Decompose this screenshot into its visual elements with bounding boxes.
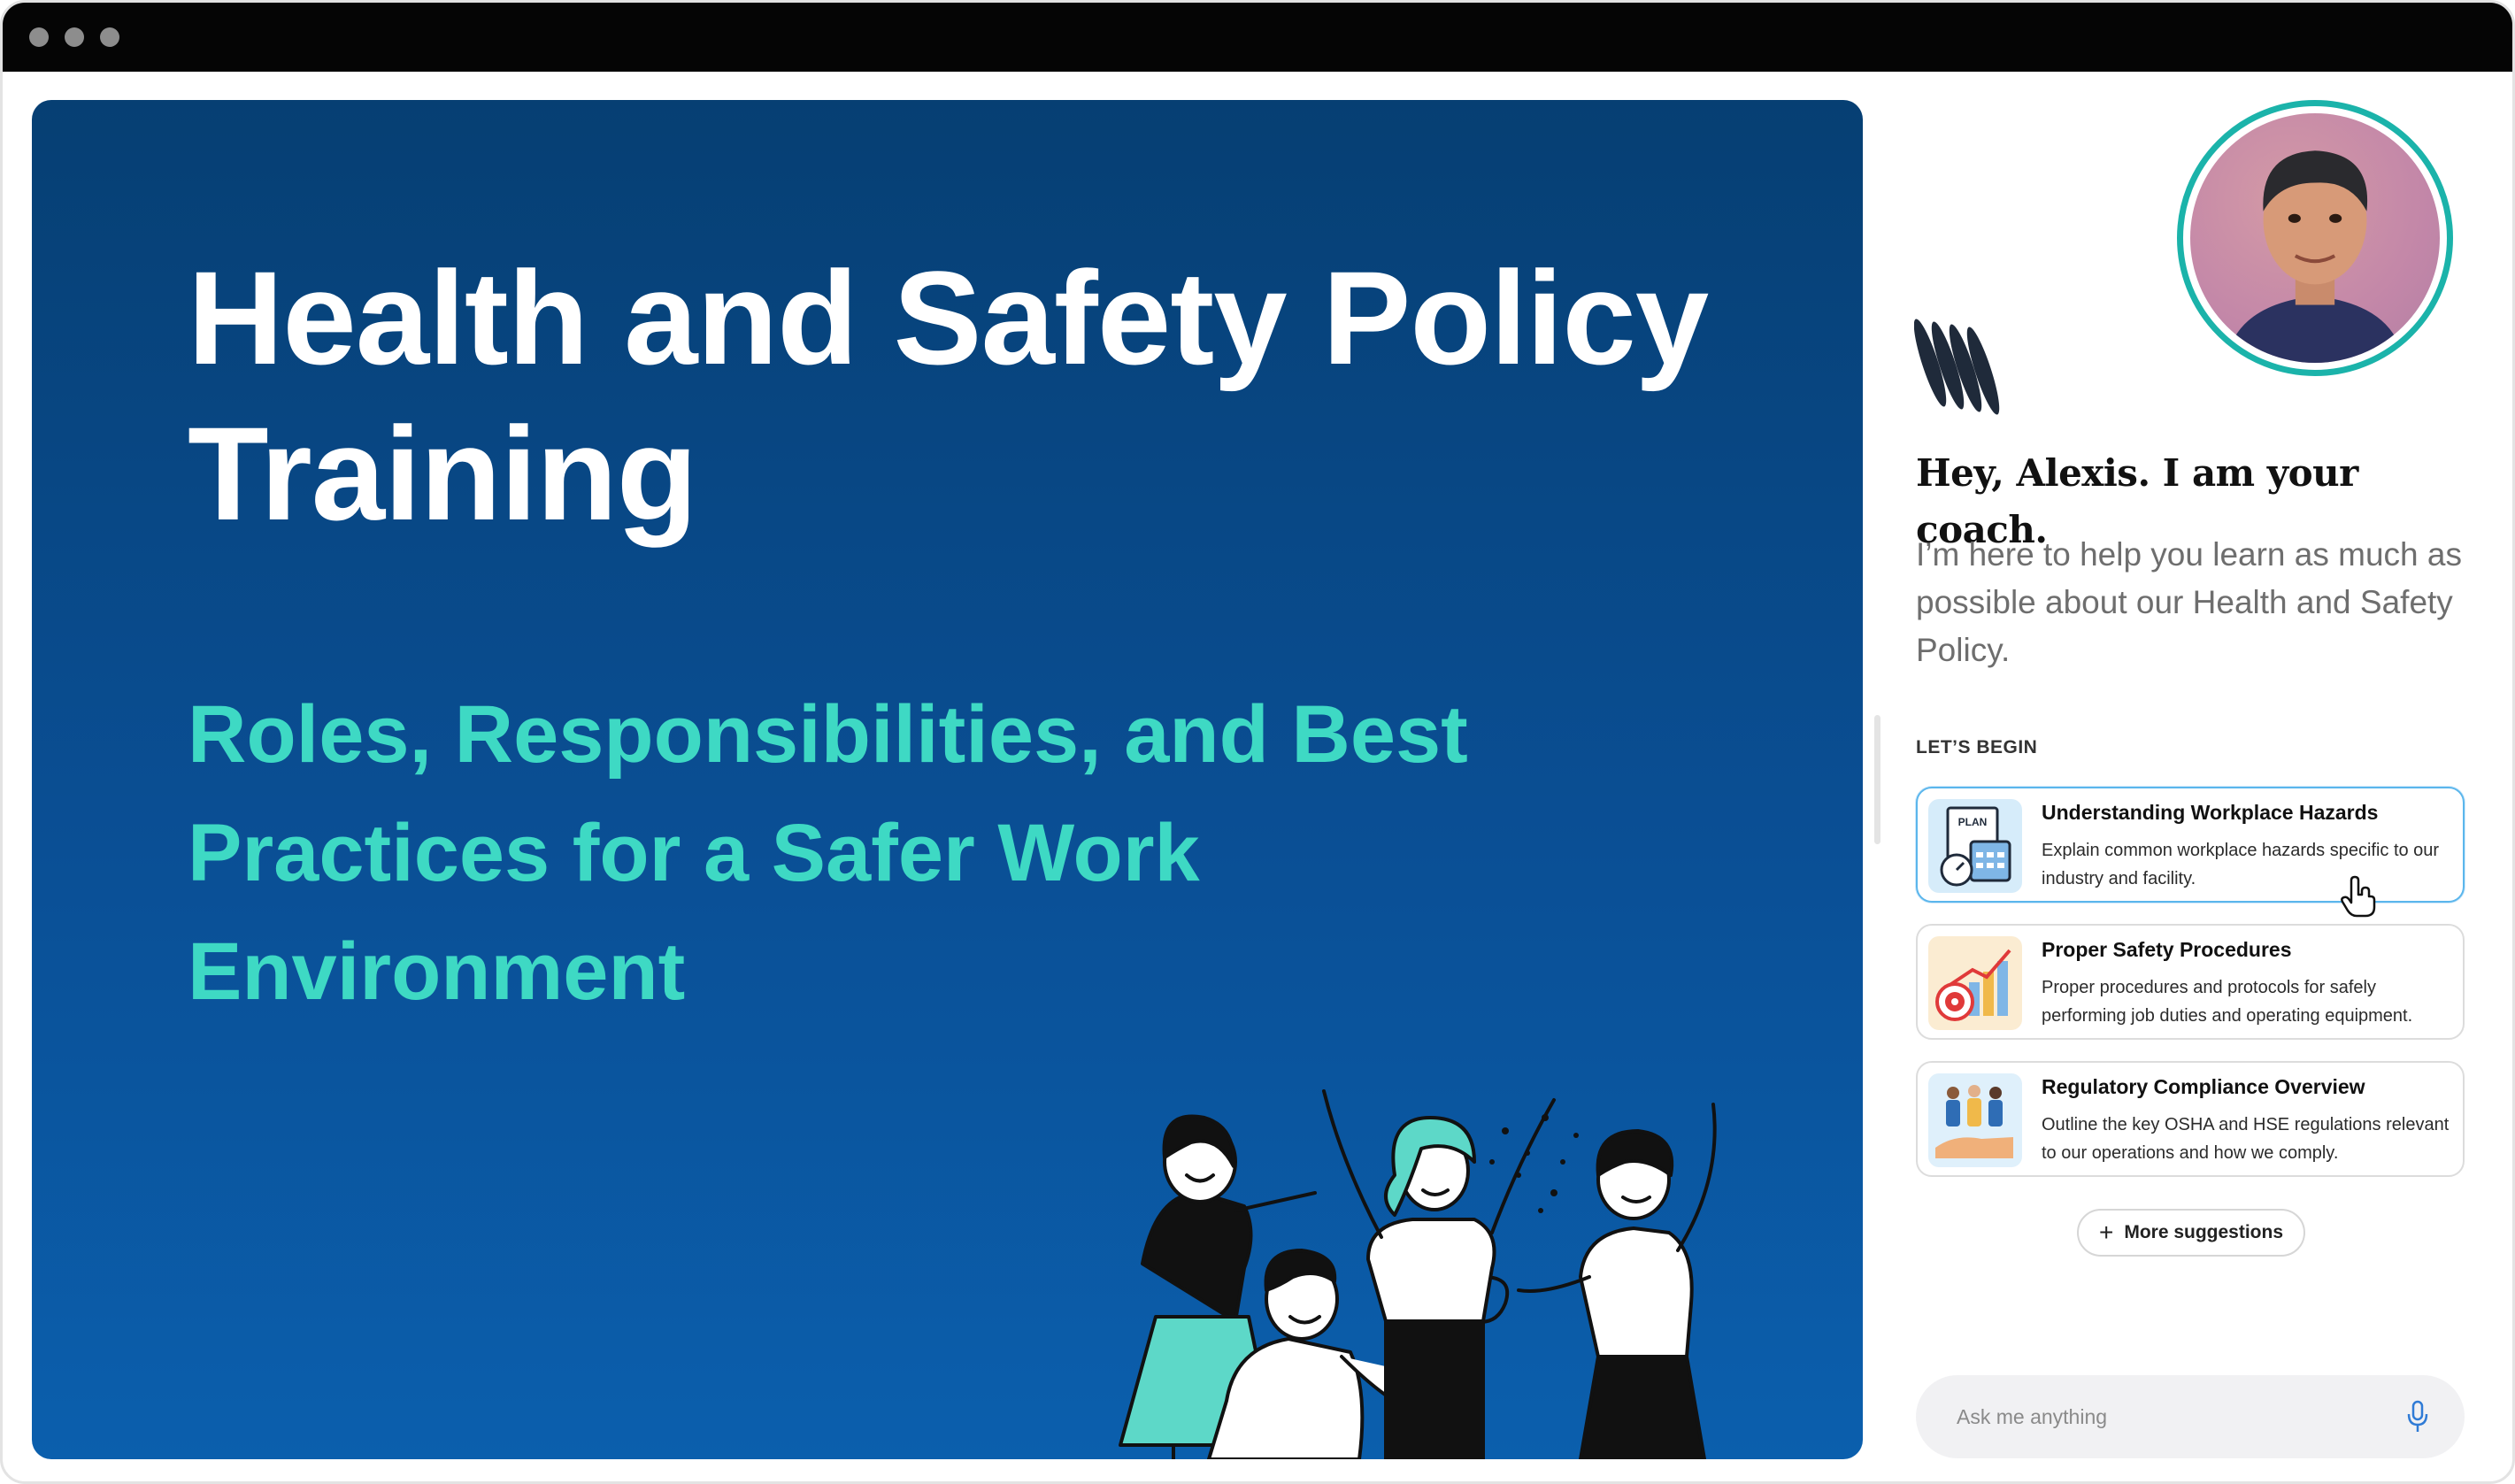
- plan-clipboard-icon: PLAN: [1928, 799, 2022, 893]
- window-dot-icon[interactable]: [65, 27, 84, 47]
- card-description: Outline the key OSHA and HSE regulations…: [2042, 1115, 2450, 1163]
- hand-pointer-icon: [2341, 875, 2376, 918]
- target-chart-icon: [1928, 936, 2022, 1030]
- course-slide: Health and Safety Policy Training Roles,…: [32, 100, 1863, 1459]
- card-title: Proper Safety Procedures: [2042, 938, 2292, 961]
- team-hand-icon: [1928, 1073, 2022, 1167]
- microphone-icon[interactable]: [2406, 1400, 2429, 1434]
- suggestion-card[interactable]: Regulatory Compliance Overview Outline t…: [1916, 1061, 2465, 1177]
- window-dot-icon[interactable]: [100, 27, 119, 47]
- scrollbar-handle[interactable]: [1874, 715, 1880, 844]
- coach-portrait: [2226, 150, 2404, 363]
- section-label: LET’S BEGIN: [1916, 737, 2038, 757]
- suggestion-card[interactable]: PLAN Understanding Workplace Hazards Exp…: [1916, 787, 2465, 903]
- plus-icon: +: [2098, 1219, 2114, 1246]
- slide-title: Health and Safety Policy Training: [188, 243, 1709, 548]
- window-dot-icon[interactable]: [29, 27, 49, 47]
- more-suggestions-button[interactable]: + More suggestions: [2077, 1209, 2305, 1257]
- celebration-illustration: [1119, 1089, 1717, 1459]
- slide-subtitle: Roles, Responsibilities, and Best Practi…: [188, 689, 1468, 1017]
- ask-input[interactable]: [1957, 1396, 2364, 1437]
- more-suggestions-label: More suggestions: [2124, 1222, 2284, 1242]
- coach-avatar: [2177, 100, 2453, 376]
- title-bar: [3, 3, 2512, 72]
- coach-intro: I’m here to help you learn as much as po…: [1916, 536, 2462, 668]
- card-title: Regulatory Compliance Overview: [2042, 1075, 2365, 1098]
- brand-logo-icon: [1914, 319, 2000, 415]
- ask-bar: [1916, 1375, 2465, 1458]
- thumb-label: PLAN: [1958, 816, 1988, 828]
- card-description: Proper procedures and protocols for safe…: [2042, 978, 2413, 1026]
- suggestion-card[interactable]: Proper Safety Procedures Proper procedur…: [1916, 924, 2465, 1040]
- browser-window: Health and Safety Policy Training Roles,…: [0, 0, 2515, 1484]
- card-description: Explain common workplace hazards specifi…: [2042, 841, 2440, 888]
- card-title: Understanding Workplace Hazards: [2042, 801, 2379, 824]
